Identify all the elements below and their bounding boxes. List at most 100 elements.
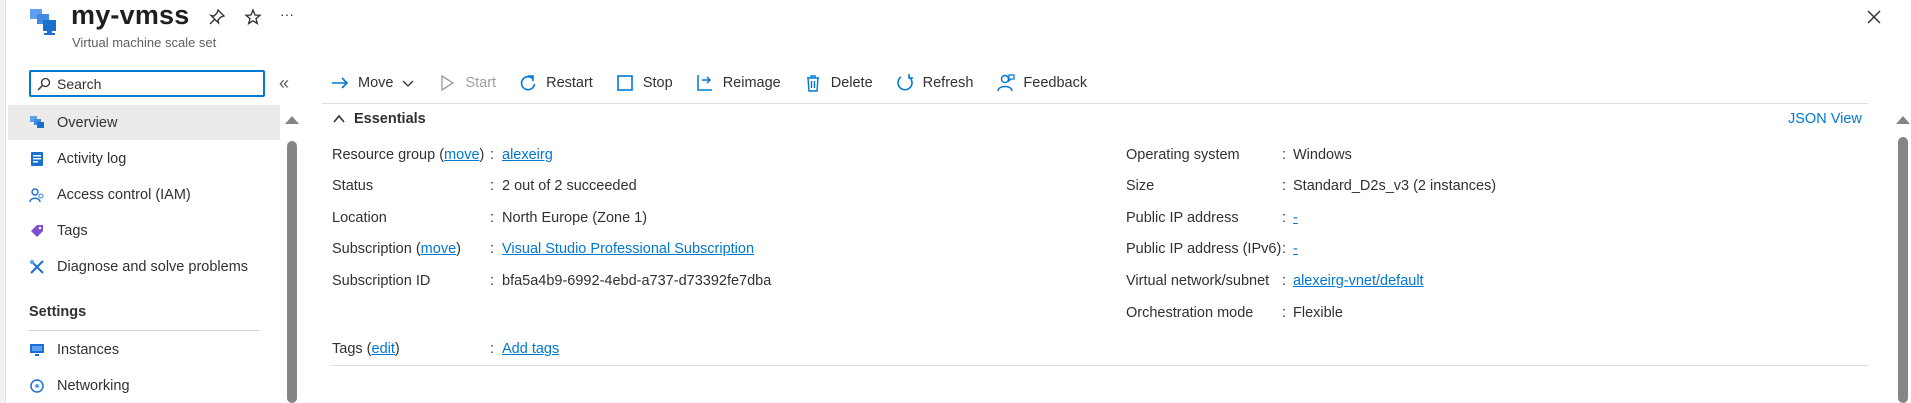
move-label: Move xyxy=(358,75,394,91)
nav-item-label: Instances xyxy=(57,341,120,358)
feedback-icon xyxy=(997,74,1016,92)
paren-close: ) xyxy=(456,241,461,257)
separator: : xyxy=(490,147,495,163)
resource-group-label: Resource group (move) xyxy=(332,147,484,163)
size-label: Size xyxy=(1126,178,1155,194)
wrench-icon xyxy=(28,258,46,276)
add-tags-link[interactable]: Add tags xyxy=(502,341,559,357)
subscription-label-text: Subscription xyxy=(332,241,412,257)
star-icon[interactable] xyxy=(244,8,262,26)
nav-item-tags[interactable]: Tags xyxy=(8,213,280,248)
subscription-value-link[interactable]: Visual Studio Professional Subscription xyxy=(502,241,754,257)
stop-label: Stop xyxy=(642,75,673,91)
status-value: 2 out of 2 succeeded xyxy=(502,178,637,194)
nav-item-access-control[interactable]: Access control (IAM) xyxy=(8,177,280,212)
stop-button[interactable]: Stop xyxy=(615,73,673,93)
nav-item-networking[interactable]: Networking xyxy=(8,368,280,403)
restart-button[interactable]: Restart xyxy=(518,73,593,93)
more-options-icon[interactable]: ··· xyxy=(280,6,294,24)
essentials-divider xyxy=(330,365,1868,366)
stop-icon xyxy=(617,75,633,91)
start-button[interactable]: Start xyxy=(437,73,496,93)
restart-icon xyxy=(520,75,536,91)
separator: : xyxy=(490,210,495,226)
nav-section-settings: Settings xyxy=(29,304,87,320)
resource-group-value-link[interactable]: alexeirg xyxy=(502,147,553,163)
delete-label: Delete xyxy=(830,75,873,91)
reimage-button[interactable]: Reimage xyxy=(695,73,781,93)
close-icon[interactable] xyxy=(1863,6,1885,28)
nav-item-activity-log[interactable]: Activity log xyxy=(8,141,280,176)
start-label: Start xyxy=(465,75,497,91)
search-input[interactable] xyxy=(57,75,257,92)
os-value: Windows xyxy=(1293,147,1352,163)
status-label: Status xyxy=(332,178,374,194)
separator: : xyxy=(1282,305,1287,321)
public-ipv6-value-link[interactable]: - xyxy=(1293,241,1298,257)
json-view-link[interactable]: JSON View xyxy=(1788,111,1862,127)
window-left-edge xyxy=(0,0,6,403)
portal-page: my-vmss Virtual machine scale set ··· « … xyxy=(0,0,1911,403)
subscription-move-link[interactable]: move xyxy=(421,241,456,257)
refresh-icon xyxy=(896,74,913,91)
nav-divider xyxy=(29,330,259,331)
command-bar: Move Start Restart Stop Reimage Delete R… xyxy=(330,70,1109,96)
move-button[interactable]: Move xyxy=(330,73,415,93)
nav-item-overview[interactable]: Overview xyxy=(8,105,280,140)
refresh-button[interactable]: Refresh xyxy=(895,73,974,93)
reimage-label: Reimage xyxy=(722,75,781,91)
orchestration-label: Orchestration mode xyxy=(1126,305,1254,321)
nav-item-instances[interactable]: Instances xyxy=(8,332,280,367)
nav-item-label: Networking xyxy=(57,377,130,394)
separator: : xyxy=(1282,273,1287,289)
nav-scrollbar[interactable] xyxy=(285,116,299,403)
tags-label-text: Tags xyxy=(332,341,363,357)
scroll-up-arrow-icon[interactable] xyxy=(1896,116,1910,124)
tags-edit-link[interactable]: edit xyxy=(372,341,395,357)
collapse-nav-icon[interactable]: « xyxy=(279,73,289,94)
subscription-id-label: Subscription ID xyxy=(332,273,431,289)
networking-icon xyxy=(28,377,46,395)
separator: : xyxy=(490,178,495,194)
main-scrollbar[interactable] xyxy=(1896,116,1910,403)
separator: : xyxy=(1282,147,1287,163)
os-label: Operating system xyxy=(1126,147,1240,163)
pin-icon[interactable] xyxy=(208,8,226,26)
chevron-up-icon xyxy=(333,114,345,123)
vmss-resource-icon xyxy=(30,9,56,35)
vnet-value-link[interactable]: alexeirg-vnet/default xyxy=(1293,273,1424,289)
refresh-label: Refresh xyxy=(922,75,974,91)
subscription-id-value: bfa5a4b9-6992-4ebd-a737-d73392fe7dba xyxy=(502,273,772,289)
separator: : xyxy=(490,273,495,289)
page-title: my-vmss xyxy=(71,0,190,30)
essentials-toggle[interactable]: Essentials xyxy=(332,111,426,127)
tag-icon xyxy=(28,222,46,240)
nav-item-label: Access control (IAM) xyxy=(57,186,191,203)
resource-group-move-link[interactable]: move xyxy=(444,147,479,163)
public-ip-value-link[interactable]: - xyxy=(1293,210,1298,226)
nav-item-label: Diagnose and solve problems xyxy=(57,258,249,275)
feedback-label: Feedback xyxy=(1023,75,1088,91)
delete-button[interactable]: Delete xyxy=(803,73,873,93)
main-scroll-thumb[interactable] xyxy=(1898,137,1908,403)
nav-item-label: Tags xyxy=(57,222,88,239)
public-ipv6-label: Public IP address (IPv6) xyxy=(1126,241,1282,257)
tags-label: Tags (edit) xyxy=(332,341,400,357)
chevron-down-icon xyxy=(403,80,414,87)
paren-close: ) xyxy=(479,147,485,163)
scroll-up-arrow-icon[interactable] xyxy=(285,116,299,124)
orchestration-value: Flexible xyxy=(1293,305,1343,321)
location-value: North Europe (Zone 1) xyxy=(502,210,648,226)
play-icon xyxy=(441,74,455,92)
feedback-button[interactable]: Feedback xyxy=(995,73,1087,93)
search-icon xyxy=(37,77,51,90)
nav-item-diagnose[interactable]: Diagnose and solve problems xyxy=(8,249,280,284)
separator: : xyxy=(490,241,495,257)
location-label: Location xyxy=(332,210,387,226)
nav-scroll-thumb[interactable] xyxy=(287,141,297,403)
separator: : xyxy=(1282,210,1287,226)
arrow-right-icon xyxy=(332,77,349,89)
separator: : xyxy=(490,341,495,357)
vmss-icon xyxy=(28,114,46,132)
nav-search-box[interactable] xyxy=(29,70,265,97)
